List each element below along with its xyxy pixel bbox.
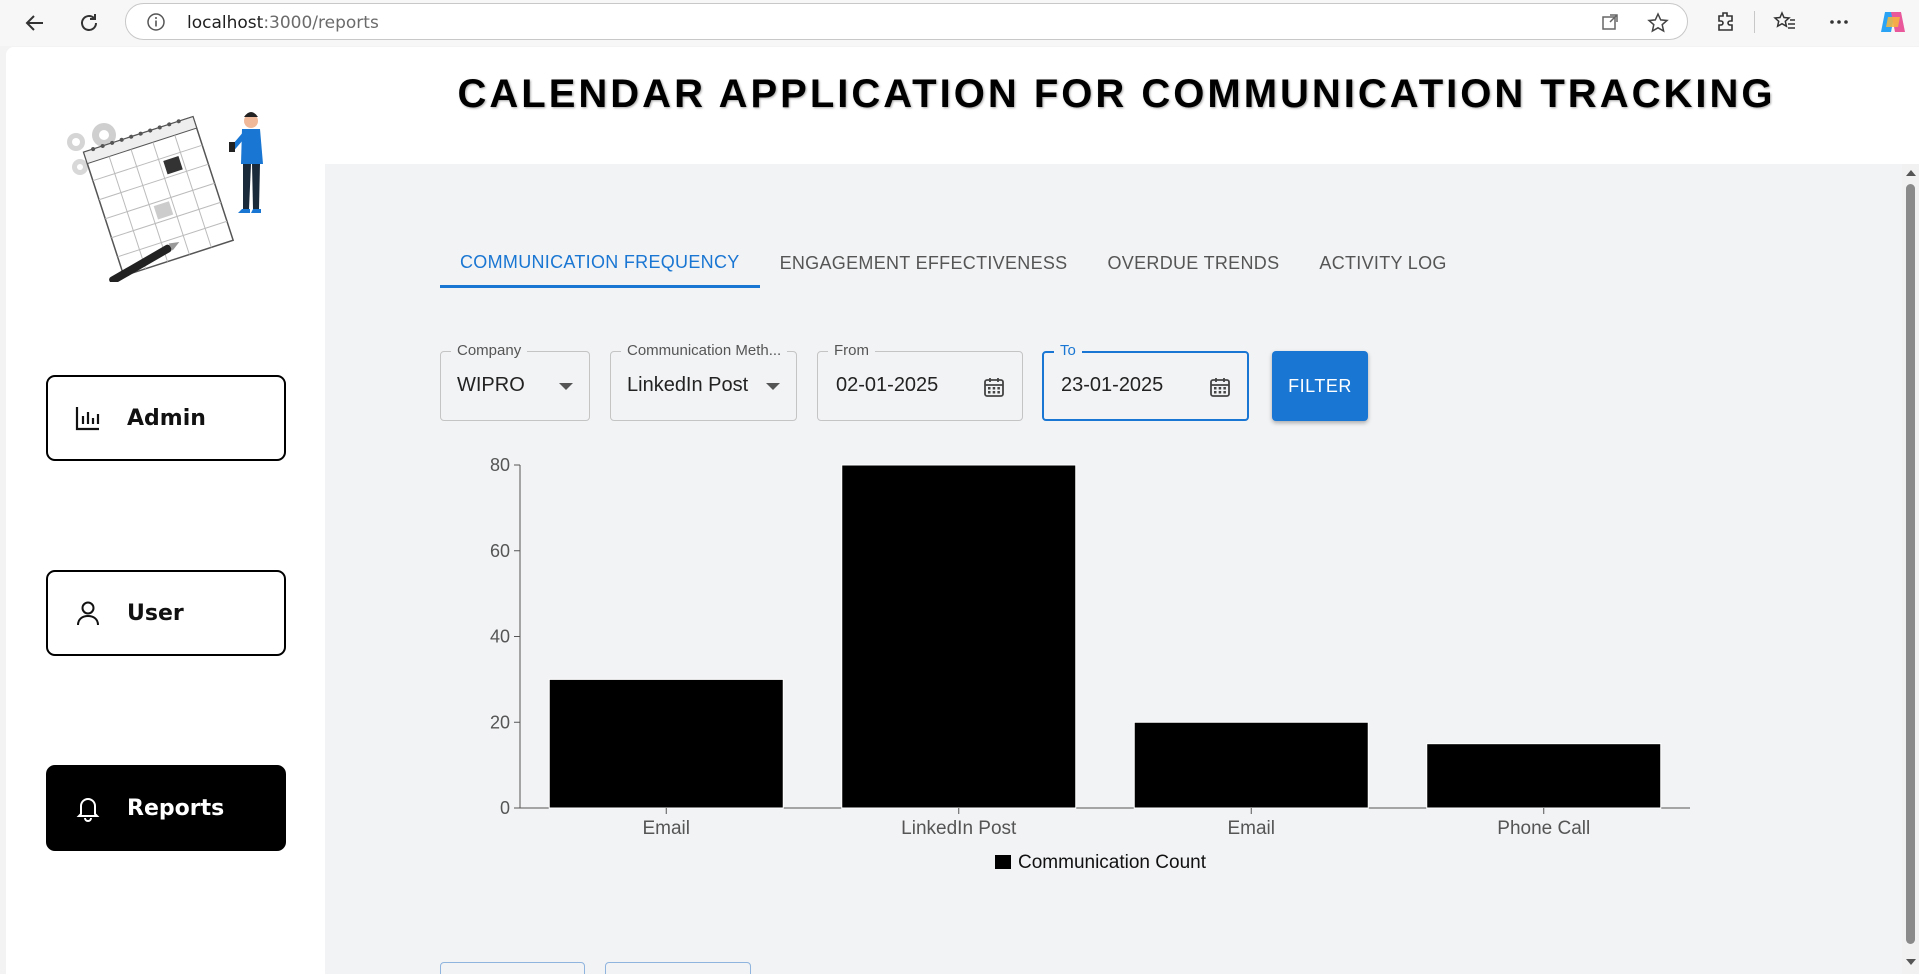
y-tick-label: 20 [490, 712, 510, 732]
url-path: :3000/reports [263, 13, 379, 33]
y-tick-label: 80 [490, 455, 510, 475]
bar-chart-icon [73, 403, 103, 433]
bar [1133, 721, 1369, 809]
sidebar-item-admin[interactable]: Admin [46, 375, 286, 461]
extensions-icon[interactable] [1712, 8, 1740, 36]
sidebar-item-label: Admin [127, 405, 206, 431]
reload-icon[interactable] [72, 6, 106, 40]
export-csv-button[interactable]: EXPORT CSV [440, 962, 585, 974]
open-in-app-icon[interactable] [1600, 12, 1622, 34]
company-select[interactable]: Company WIPRO [440, 342, 590, 421]
scrollbar-thumb[interactable] [1906, 184, 1915, 944]
y-tick-label: 40 [490, 627, 510, 647]
company-select-value: WIPRO [457, 374, 525, 396]
x-tick-label: Email [1227, 818, 1275, 839]
y-tick-label: 60 [490, 541, 510, 561]
copilot-icon[interactable] [1879, 8, 1907, 36]
url-text: localhost:3000/reports [187, 13, 379, 33]
y-tick-label: 0 [500, 798, 510, 818]
sidebar: Admin User Reports [6, 47, 324, 974]
url-host: localhost [187, 13, 264, 33]
legend-swatch [995, 855, 1011, 869]
communication-method-value: LinkedIn Post [627, 374, 749, 396]
toolbar-separator [1754, 11, 1755, 33]
tab-communication-frequency[interactable]: COMMUNICATION FREQUENCY [440, 239, 760, 288]
to-date-field[interactable]: To 23-01-2025 [1042, 342, 1249, 421]
bar [548, 678, 784, 809]
favorite-star-icon[interactable] [1647, 12, 1669, 34]
app-page: Admin User Reports CALENDAR APPLICATION … [6, 47, 1919, 974]
from-date-field[interactable]: From 02-01-2025 [817, 342, 1023, 421]
from-date-label: From [828, 342, 875, 359]
company-select-label: Company [451, 342, 528, 359]
favorites-icon[interactable] [1771, 8, 1799, 36]
tab-overdue-trends[interactable]: OVERDUE TRENDS [1088, 239, 1300, 288]
calendar-icon[interactable] [1209, 376, 1231, 398]
to-date-label: To [1054, 342, 1082, 359]
scroll-down-arrow[interactable] [1906, 959, 1916, 965]
communication-method-label: Communication Meth... [621, 342, 788, 359]
scroll-up-arrow[interactable] [1906, 170, 1916, 176]
x-tick-label: Phone Call [1497, 818, 1590, 839]
info-icon[interactable] [146, 12, 166, 32]
report-tabs: COMMUNICATION FREQUENCY ENGAGEMENT EFFEC… [440, 239, 1467, 288]
sidebar-item-label: User [127, 600, 184, 626]
sidebar-item-label: Reports [127, 795, 225, 821]
page-title: CALENDAR APPLICATION FOR COMMUNICATION T… [457, 72, 1776, 116]
communication-method-select[interactable]: Communication Meth... LinkedIn Post [610, 342, 797, 421]
filter-button[interactable]: FILTER [1272, 351, 1368, 421]
bar [841, 464, 1077, 809]
export-pdf-button[interactable]: EXPORT PDF [605, 962, 751, 974]
bell-icon [73, 793, 103, 823]
from-date-value: 02-01-2025 [836, 374, 939, 396]
calendar-illustration [66, 87, 276, 285]
browser-toolbar: localhost:3000/reports [0, 0, 1919, 46]
calendar-icon[interactable] [983, 376, 1005, 398]
legend-label: Communication Count [1018, 852, 1207, 873]
address-bar[interactable]: localhost:3000/reports [125, 3, 1688, 40]
x-tick-label: Email [642, 818, 690, 839]
tab-activity-log[interactable]: ACTIVITY LOG [1299, 239, 1466, 288]
communication-frequency-chart: 0 20 40 60 80 Email LinkedIn Post Email Phone Ca… [490, 455, 1690, 873]
sidebar-item-reports[interactable]: Reports [46, 765, 286, 851]
tab-engagement-effectiveness[interactable]: ENGAGEMENT EFFECTIVENESS [760, 239, 1088, 288]
chevron-down-icon [559, 383, 573, 390]
page-scrollbar[interactable] [1902, 164, 1919, 974]
person-icon [73, 598, 103, 628]
to-date-value: 23-01-2025 [1061, 374, 1164, 396]
back-icon[interactable] [18, 6, 52, 40]
bar [1426, 743, 1662, 809]
chevron-down-icon [766, 383, 780, 390]
x-tick-label: LinkedIn Post [901, 818, 1017, 839]
more-options-icon[interactable] [1825, 8, 1853, 36]
reports-panel: COMMUNICATION FREQUENCY ENGAGEMENT EFFEC… [325, 164, 1902, 974]
sidebar-item-user[interactable]: User [46, 570, 286, 656]
